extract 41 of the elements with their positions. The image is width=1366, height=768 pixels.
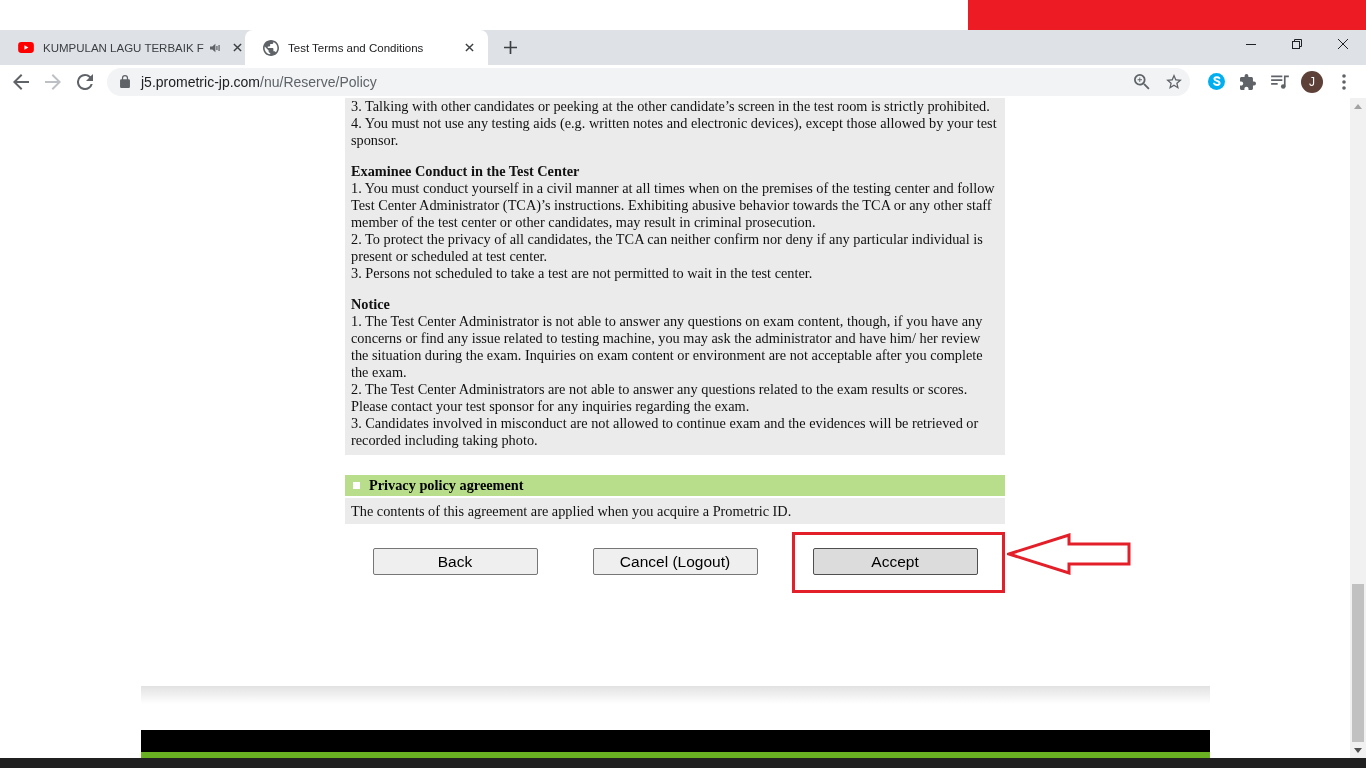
close-icon[interactable] (1338, 39, 1348, 49)
restore-icon[interactable] (1292, 39, 1302, 49)
accept-button[interactable]: Accept (812, 548, 978, 575)
terms-paragraph: 1. You must conduct yourself in a civil manner at all times when on the premises of the testing center and follow Test Center Administrator (TCA)’s instructions. Exhibiting abusive behavior towards the TCA or any other staff member of the test center or other candidates, may result in criminal prosecution. (351, 180, 996, 231)
scrollbar-thumb[interactable] (1352, 584, 1364, 742)
media-queue-icon[interactable] (1271, 74, 1289, 89)
puzzle-icon[interactable] (1240, 73, 1256, 90)
terms-paragraph: 2. The Test Center Administrators are not able to answer any questions related to the exam results or scores. Please contact your test sponsor for any inquiries regarding the exam. (351, 381, 969, 415)
section-heading: Privacy policy agreement (369, 477, 524, 494)
close-icon[interactable] (465, 43, 474, 52)
section-heading: Examinee Conduct in the Test Center (351, 163, 581, 180)
section-heading: Notice (351, 296, 391, 313)
terms-paragraph: 2. To protect the privacy of all candidates, the TCA can neither confirm nor deny if any particular individual is present or scheduled at test center. (351, 231, 984, 265)
close-icon[interactable] (232, 43, 242, 52)
lock-icon (120, 75, 130, 88)
browser-tab[interactable]: Test Terms and Conditions (245, 30, 488, 65)
terms-paragraph: 3. Candidates involved in misconduct are not allowed to continue exam and the evidences will be retrieved or recorded including taking photo. (351, 415, 980, 449)
scroll-down-icon[interactable] (1354, 747, 1362, 753)
star-icon[interactable] (1166, 74, 1182, 89)
globe-icon (263, 39, 279, 56)
browser-tab[interactable]: KUMPULAN LAGU TERBAIK F (0, 30, 243, 65)
terms-paragraph: 1. The Test Center Administrator is not able to answer any questions on exam content, though, if you have any concerns or find any issue related to testing machine, you may ask the administrator and have him/ her review the situation during the exam. Inquiries on exam content or environment are not acceptable after you complete the exam. (351, 313, 984, 381)
terms-paragraph: 4. You must not use any testing aids (e.g. written notes and electronic devices), except those allowed by your test sponsor. (351, 115, 998, 149)
plus-icon[interactable] (504, 41, 517, 54)
agreement-text: The contents of this agreement are applied when you acquire a Prometric ID. (345, 498, 1005, 524)
profile-avatar[interactable]: J (1301, 70, 1323, 93)
back-button[interactable]: Back (372, 548, 538, 575)
left-arrow-icon (1006, 533, 1131, 575)
play-logo-icon (18, 42, 34, 53)
address-bar[interactable]: j5.prometric-jp.com/nu/Reserve/Policy (107, 67, 1190, 96)
minimize-icon[interactable] (1246, 43, 1256, 45)
square-bullet-icon (353, 482, 360, 489)
back-arrow-icon[interactable] (13, 73, 29, 90)
reload-icon[interactable] (77, 73, 93, 90)
scrollbar[interactable] (1350, 98, 1366, 758)
cancel-button[interactable]: Cancel (Logout) (592, 548, 758, 575)
menu-icon[interactable] (1342, 73, 1346, 90)
terms-paragraph: 3. Talking with other candidates or peeking at the other candidate’s screen in the test room is strictly prohibited. (351, 98, 991, 115)
terms-paragraph: 3. Persons not scheduled to take a test are not permitted to wait in the test center. (351, 265, 814, 282)
zoom-in-icon[interactable] (1134, 73, 1150, 90)
speaker-icon[interactable] (209, 42, 220, 53)
